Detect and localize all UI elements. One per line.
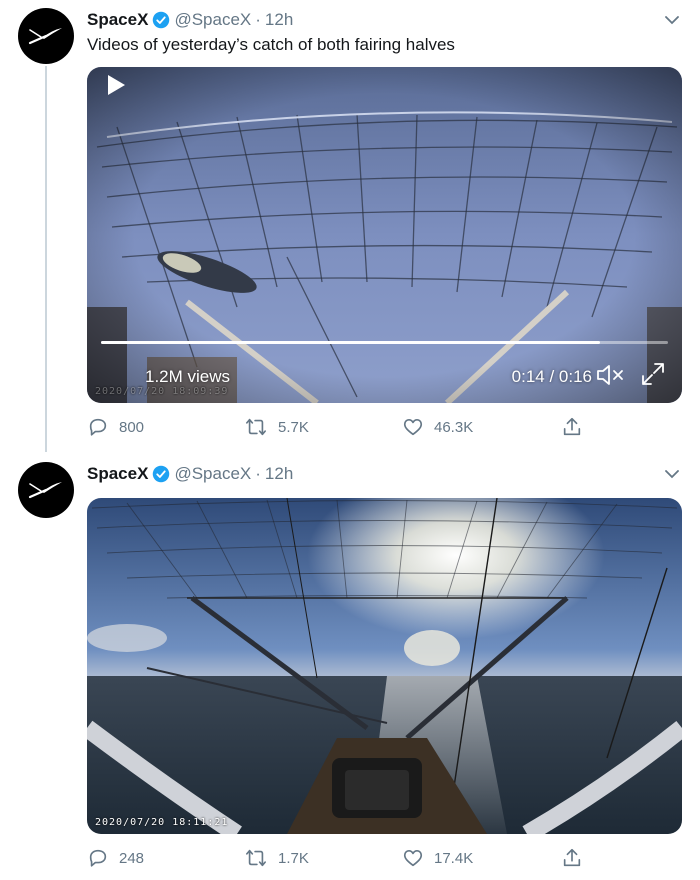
reply-button[interactable]: 248 — [87, 845, 144, 871]
video-time: 0:14 / 0:16 — [511, 367, 592, 386]
fullscreen-icon[interactable] — [640, 361, 666, 387]
thread-connector-line — [45, 66, 47, 452]
avatar[interactable] — [18, 462, 74, 518]
share-button[interactable] — [561, 414, 593, 440]
video-progress-bar[interactable] — [101, 341, 668, 344]
retweet-count: 1.7K — [278, 849, 309, 867]
spacex-logo-icon — [28, 28, 62, 45]
tweet-time[interactable]: 12h — [265, 9, 293, 31]
share-icon — [563, 417, 581, 436]
retweet-button[interactable]: 1.7K — [244, 845, 309, 871]
chevron-down-icon[interactable] — [662, 10, 682, 30]
author-handle[interactable]: @SpaceX — [174, 9, 251, 31]
separator-dot: · — [255, 464, 261, 483]
author-handle[interactable]: @SpaceX — [174, 463, 251, 485]
video-frame — [87, 67, 682, 403]
like-count: 17.4K — [434, 849, 474, 867]
tweet-header: SpaceX @SpaceX · 12h — [87, 463, 293, 485]
play-icon[interactable] — [105, 73, 127, 97]
view-count: 1.2M views — [145, 367, 231, 386]
retweet-icon — [246, 418, 266, 436]
like-button[interactable]: 46.3K — [402, 414, 473, 440]
retweet-icon — [246, 849, 266, 867]
video-progress-fill — [101, 341, 600, 344]
reply-count: 248 — [119, 849, 145, 867]
reply-icon — [89, 849, 107, 867]
like-button[interactable]: 17.4K — [402, 845, 473, 871]
spacex-logo-icon — [28, 482, 62, 499]
reply-button[interactable]: 800 — [87, 414, 144, 440]
tweet-header: SpaceX @SpaceX · 12h — [87, 9, 293, 31]
author-name[interactable]: SpaceX — [87, 463, 148, 485]
avatar[interactable] — [18, 8, 74, 64]
like-icon — [403, 850, 423, 867]
share-button[interactable] — [561, 845, 593, 871]
video-frame — [87, 498, 682, 834]
retweet-count: 5.7K — [278, 418, 309, 436]
tweet-time[interactable]: 12h — [265, 463, 293, 485]
verified-badge-icon — [152, 465, 170, 483]
video-player[interactable]: 2020/07/20 18:11:21 — [87, 498, 682, 834]
like-icon — [403, 419, 423, 436]
tweet-actions: 800 5.7K 46.3K — [87, 414, 587, 440]
video-player[interactable]: 1.2M views 0:14 / 0:16 2020/07/20 18:09:… — [87, 67, 682, 403]
like-count: 46.3K — [434, 418, 474, 436]
reply-icon — [89, 418, 107, 436]
retweet-button[interactable]: 5.7K — [244, 414, 309, 440]
video-timestamp-overlay: 2020/07/20 18:09:39 — [95, 386, 229, 397]
mute-icon[interactable] — [596, 363, 624, 387]
share-icon — [563, 848, 581, 867]
tweet-actions: 248 1.7K 17.4K — [87, 845, 587, 871]
separator-dot: · — [255, 10, 261, 29]
author-name[interactable]: SpaceX — [87, 9, 148, 31]
video-timestamp-overlay: 2020/07/20 18:11:21 — [95, 817, 229, 828]
tweet-text: Videos of yesterday’s catch of both fair… — [87, 35, 455, 54]
reply-count: 800 — [119, 418, 145, 436]
verified-badge-icon — [152, 11, 170, 29]
chevron-down-icon[interactable] — [662, 464, 682, 484]
